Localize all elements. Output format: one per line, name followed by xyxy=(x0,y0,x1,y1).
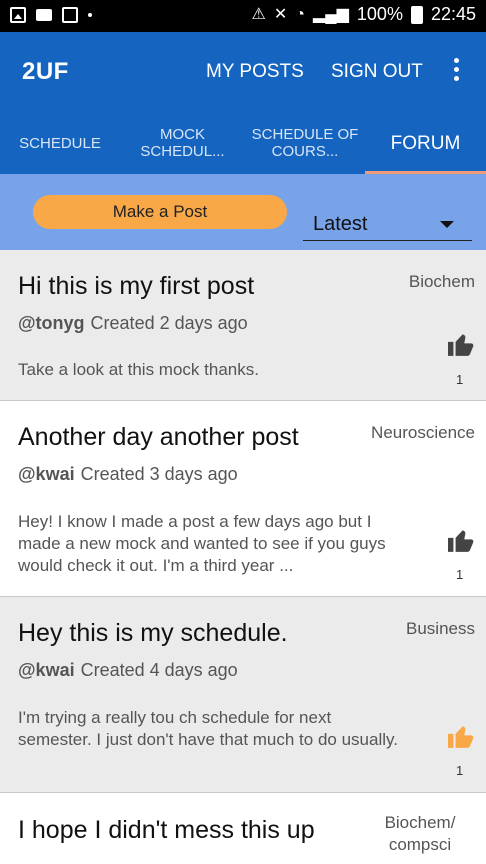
thumbs-up-icon[interactable] xyxy=(448,528,474,552)
thumbs-up-icon[interactable] xyxy=(448,724,474,748)
tab-schedule-of-courses[interactable]: SCHEDULE OF COURS... xyxy=(245,112,365,174)
tab-forum[interactable]: FORUM xyxy=(365,112,486,174)
like-count: 1 xyxy=(456,567,464,582)
status-bar: ⚠ ✕ ◔ ▂▄▆ 100% 22:45 xyxy=(0,0,486,32)
post-author[interactable]: @kwai xyxy=(18,660,75,680)
notification-icons xyxy=(10,7,92,23)
battery-icon xyxy=(410,5,423,24)
post-category: Business xyxy=(406,619,475,638)
post-created: Created 2 days ago xyxy=(90,313,248,333)
post-category: Biochem xyxy=(408,272,475,291)
tab-mock-schedule[interactable]: MOCK SCHEDUL... xyxy=(120,112,245,174)
checkbox-icon xyxy=(62,7,78,23)
post-card[interactable]: Another day another post Neuroscience @k… xyxy=(0,401,486,597)
sign-out-button[interactable]: SIGN OUT xyxy=(331,61,423,83)
like-count: 1 xyxy=(456,763,464,778)
dropdown-arrow-icon xyxy=(440,221,454,228)
post-title: Another day another post xyxy=(18,423,299,451)
post-title: I hope I didn't mess this up xyxy=(18,816,315,844)
post-category: Neuroscience xyxy=(371,423,475,442)
nfc-icon: ⚠ xyxy=(251,5,266,23)
dot-icon xyxy=(88,13,92,17)
my-posts-button[interactable]: MY POSTS xyxy=(206,61,304,83)
post-meta: @tonyg Created 2 days ago xyxy=(18,313,248,334)
battery-percent: 100% xyxy=(356,4,403,24)
post-body: Take a look at this mock thanks. xyxy=(18,360,259,379)
sort-dropdown[interactable]: Latest xyxy=(303,209,472,241)
sort-value: Latest xyxy=(313,213,368,235)
thumbs-up-icon[interactable] xyxy=(448,332,474,356)
post-card[interactable]: I hope I didn't mess this up Biochem/ co… xyxy=(0,793,486,864)
post-card[interactable]: Hey this is my schedule. Business @kwai C… xyxy=(0,597,486,793)
post-author[interactable]: @kwai xyxy=(18,464,75,484)
app-title: 2UF xyxy=(22,58,69,85)
image-icon xyxy=(10,7,26,23)
more-vert-icon[interactable] xyxy=(449,56,463,86)
make-post-button[interactable]: Make a Post xyxy=(33,195,287,229)
post-body: Hey! I know I made a post a few days ago… xyxy=(18,512,386,575)
like-count: 1 xyxy=(456,372,464,387)
post-created: Created 3 days ago xyxy=(80,464,238,484)
mute-icon: ✕ xyxy=(273,5,288,23)
signal-icon: ▂▄▆ xyxy=(312,5,349,23)
forum-toolbar: Make a Post Latest xyxy=(0,174,486,250)
app-bar: 2UF MY POSTS SIGN OUT xyxy=(0,32,486,112)
post-title: Hey this is my schedule. xyxy=(18,619,288,647)
post-created: Created 4 days ago xyxy=(80,660,238,680)
message-icon xyxy=(36,9,52,21)
post-body: I'm trying a really tou ch schedule for … xyxy=(18,708,398,749)
post-card[interactable]: Hi this is my first post Biochem @tonyg C… xyxy=(0,250,486,401)
post-author[interactable]: @tonyg xyxy=(18,313,85,333)
post-title: Hi this is my first post xyxy=(18,272,255,300)
post-meta: @kwai Created 4 days ago xyxy=(18,660,238,681)
wifi-icon: ◔ xyxy=(295,5,305,23)
clock: 22:45 xyxy=(430,4,476,24)
tab-bar: SCHEDULE MOCK SCHEDUL... SCHEDULE OF COU… xyxy=(0,112,486,174)
system-icons: ⚠ ✕ ◔ ▂▄▆ 100% 22:45 xyxy=(252,4,476,25)
post-meta: @kwai Created 3 days ago xyxy=(18,464,238,485)
tab-schedule[interactable]: SCHEDULE xyxy=(0,112,120,174)
post-category: Biochem/ compsci xyxy=(384,813,456,854)
